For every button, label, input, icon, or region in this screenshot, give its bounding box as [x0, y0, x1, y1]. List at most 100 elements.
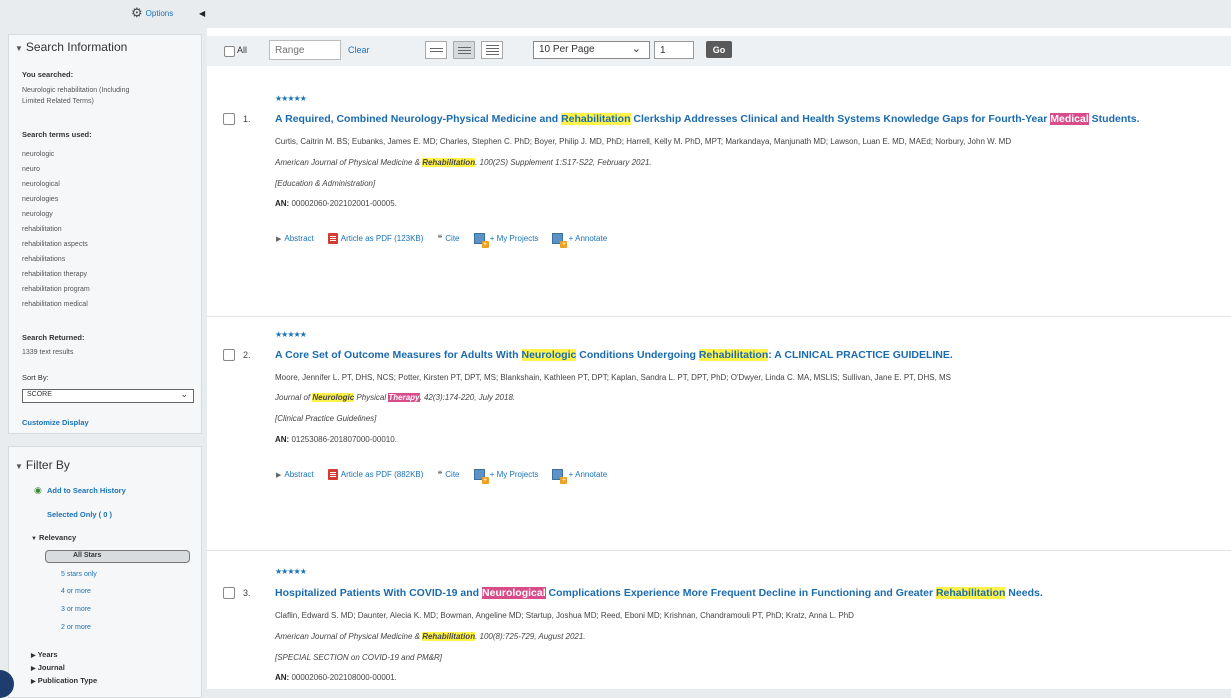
search-returned-label: Search Returned:	[22, 333, 85, 342]
search-term: neurologic	[22, 151, 55, 158]
journal-filter-toggle[interactable]: ▶ Journal	[31, 663, 65, 672]
sort-by-select[interactable]: SCORE ⌄	[22, 389, 194, 403]
search-term: rehabilitation aspects	[22, 241, 88, 248]
result-checkbox[interactable]	[223, 113, 235, 125]
options-bar: ⚙ Options ◀	[0, 0, 215, 28]
add-folder-icon	[473, 233, 489, 248]
search-term: rehabilitation medical	[22, 301, 88, 308]
add-history-icon: ◉	[34, 485, 42, 495]
result-title-link[interactable]: A Core Set of Outcome Measures for Adult…	[275, 349, 953, 361]
abstract-link[interactable]: ▶ Abstract	[276, 470, 314, 479]
result-journal: American Journal of Physical Medicine & …	[275, 158, 652, 167]
view-expanded-button[interactable]	[481, 41, 503, 59]
collapse-sidebar-icon[interactable]: ◀	[199, 9, 205, 18]
accession-number: AN: 00002060-202102001-00005.	[275, 199, 397, 208]
add-note-icon	[552, 233, 568, 248]
quote-icon: ❝	[437, 233, 443, 243]
annotate-link[interactable]: + Annotate	[552, 469, 607, 484]
panel-title: Filter By	[25, 458, 70, 472]
triangle-right-icon: ▶	[31, 653, 36, 659]
sort-by-label: Sort By:	[22, 373, 49, 382]
cite-link[interactable]: ❝ Cite	[437, 233, 459, 244]
selected-only-link[interactable]: Selected Only ( 0 )	[47, 510, 112, 519]
stars-filter-option[interactable]: 3 or more	[61, 606, 91, 613]
search-term: rehabilitation therapy	[22, 271, 87, 278]
cite-link[interactable]: ❝ Cite	[437, 469, 459, 480]
result-journal: American Journal of Physical Medicine & …	[275, 632, 586, 641]
annotate-link[interactable]: + Annotate	[552, 233, 607, 248]
stars-filter-option[interactable]: 4 or more	[61, 588, 91, 595]
select-all-checkbox[interactable]	[224, 46, 235, 57]
accession-number: AN: 00002060-202108000-00001.	[275, 673, 397, 682]
triangle-right-icon: ▶	[276, 235, 282, 243]
result-number: 1.	[243, 114, 251, 124]
you-searched-line: Limited Related Terms)	[22, 98, 94, 105]
chevron-down-icon: ⌄	[631, 43, 641, 55]
result-authors: Curtis, Caitrin M. BS; Eubanks, James E.…	[275, 137, 1012, 146]
stars-filter-option[interactable]: 2 or more	[61, 624, 91, 631]
result-journal: Journal of Neurologic Physical Therapy. …	[275, 393, 516, 402]
add-to-search-history-link[interactable]: Add to Search History	[47, 486, 126, 495]
search-term: neuro	[22, 166, 40, 173]
quote-icon: ❝	[437, 469, 443, 479]
result-actions: ▶ Abstract Article as PDF (882KB) ❝ Cite +…	[276, 469, 621, 484]
pdf-link[interactable]: Article as PDF (882KB)	[327, 469, 423, 480]
search-term: neurologies	[22, 196, 59, 203]
result-title-link[interactable]: Hospitalized Patients With COVID-19 and …	[275, 587, 1043, 599]
customize-display-link[interactable]: Customize Display	[22, 418, 89, 427]
years-filter-toggle[interactable]: ▶ Years	[31, 650, 58, 659]
search-term: rehabilitations	[22, 256, 66, 263]
search-term: rehabilitation program	[22, 286, 90, 293]
filter-by-toggle[interactable]: ▼ Filter By	[15, 458, 70, 472]
filter-by-panel: ▼ Filter By ◉ Add to Search History Selec…	[8, 446, 202, 698]
triangle-right-icon: ▶	[31, 679, 36, 685]
result-section: [Education & Administration]	[275, 179, 376, 188]
add-folder-icon	[473, 469, 489, 484]
left-sidebar: ⚙ Options ◀ ▼ Search Information You sear…	[0, 0, 207, 698]
result-title-link[interactable]: A Required, Combined Neurology-Physical …	[275, 113, 1140, 125]
publication-type-filter-toggle[interactable]: ▶ Publication Type	[31, 676, 97, 685]
results-count: 1339 text results	[22, 349, 74, 356]
view-standard-button[interactable]	[453, 41, 475, 59]
triangle-right-icon: ▶	[276, 471, 282, 479]
triangle-right-icon: ▶	[31, 666, 36, 672]
stars-filter-option[interactable]: 5 stars only	[61, 571, 97, 578]
select-all-label: All	[237, 45, 248, 55]
view-compact-button[interactable]	[425, 41, 447, 59]
my-projects-link[interactable]: + My Projects	[473, 469, 538, 484]
result-item: ★★★★★ 3. Hospitalized Patients With COVI…	[207, 550, 1231, 690]
all-stars-button[interactable]: All Stars	[45, 550, 190, 563]
you-searched-line: Neurologic rehabilitation (Including	[22, 87, 130, 94]
result-authors: Moore, Jennifer L. PT, DHS, NCS; Potter,…	[275, 373, 952, 382]
relevancy-stars: ★★★★★	[275, 94, 307, 103]
results-area: All Clear 10 Per Page ⌄ Go ★★★★★ 1. A Re…	[207, 28, 1231, 689]
per-page-select[interactable]: 10 Per Page ⌄	[533, 41, 650, 59]
result-number: 3.	[243, 588, 251, 598]
search-information-toggle[interactable]: ▼ Search Information	[15, 40, 127, 54]
page-number-input[interactable]	[654, 41, 694, 59]
go-button[interactable]: Go	[706, 41, 732, 58]
result-authors: Claflin, Edward S. MD; Daunter, Alecia K…	[275, 611, 854, 620]
result-number: 2.	[243, 350, 251, 360]
search-terms-label: Search terms used:	[22, 130, 92, 139]
clear-link[interactable]: Clear	[348, 45, 370, 55]
gear-icon: ⚙	[131, 5, 143, 20]
my-projects-link[interactable]: + My Projects	[473, 233, 538, 248]
options-button[interactable]: ⚙ Options	[131, 5, 173, 20]
abstract-link[interactable]: ▶ Abstract	[276, 234, 314, 243]
triangle-down-icon: ▼	[15, 44, 23, 53]
result-item: ★★★★★ 2. A Core Set of Outcome Measures …	[207, 316, 1231, 551]
relevancy-toggle[interactable]: ▼ Relevancy	[31, 533, 76, 542]
result-checkbox[interactable]	[223, 587, 235, 599]
triangle-down-icon: ▼	[31, 536, 37, 542]
search-term: rehabilitation	[22, 226, 62, 233]
range-input[interactable]	[269, 40, 341, 60]
add-note-icon	[552, 469, 568, 484]
result-section: [SPECIAL SECTION on COVID-19 and PM&R]	[275, 653, 443, 662]
pdf-icon	[327, 233, 338, 244]
result-checkbox[interactable]	[223, 349, 235, 361]
accession-number: AN: 01253086-201807000-00010.	[275, 435, 397, 444]
search-information-panel: ▼ Search Information You searched: Neurol…	[8, 34, 202, 434]
result-section: [Clinical Practice Guidelines]	[275, 414, 377, 423]
pdf-link[interactable]: Article as PDF (123KB)	[327, 233, 423, 244]
